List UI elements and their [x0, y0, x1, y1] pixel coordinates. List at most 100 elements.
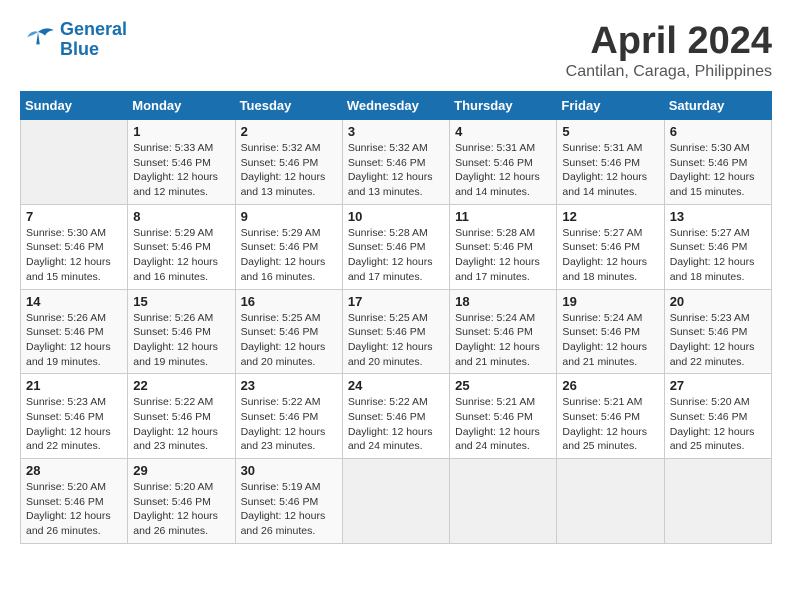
day-cell: 2 Sunrise: 5:32 AMSunset: 5:46 PMDaylight…	[235, 120, 342, 205]
col-header-friday: Friday	[557, 92, 664, 120]
day-detail: Sunrise: 5:30 AMSunset: 5:46 PMDaylight:…	[670, 141, 766, 200]
col-header-thursday: Thursday	[450, 92, 557, 120]
day-number: 6	[670, 124, 766, 139]
title-block: April 2024 Cantilan, Caraga, Philippines	[566, 20, 772, 81]
day-cell: 13Sunrise: 5:27 AMSunset: 5:46 PMDayligh…	[664, 204, 771, 289]
day-detail: Sunrise: 5:21 AMSunset: 5:46 PMDaylight:…	[455, 395, 551, 454]
day-number: 9	[241, 209, 337, 224]
day-number: 1	[133, 124, 229, 139]
day-cell: 17 Sunrise: 5:25 AMSunset: 5:46 PMDayligh…	[342, 289, 449, 374]
day-cell	[21, 120, 128, 205]
day-detail: Sunrise: 5:32 AMSunset: 5:46 PMDaylight:…	[348, 141, 444, 200]
day-detail: Sunrise: 5:29 AMSunset: 5:46 PMDaylight:…	[241, 226, 337, 285]
day-number: 14	[26, 294, 122, 309]
day-cell: 3 Sunrise: 5:32 AMSunset: 5:46 PMDaylight…	[342, 120, 449, 205]
day-number: 29	[133, 463, 229, 478]
day-cell: 28Sunrise: 5:20 AMSunset: 5:46 PMDayligh…	[21, 459, 128, 544]
day-cell	[664, 459, 771, 544]
day-detail: Sunrise: 5:31 AMSunset: 5:46 PMDaylight:…	[562, 141, 658, 200]
week-row-1: 1Sunrise: 5:33 AMSunset: 5:46 PMDaylight…	[21, 120, 772, 205]
day-number: 3	[348, 124, 444, 139]
day-cell: 8 Sunrise: 5:29 AMSunset: 5:46 PMDaylight…	[128, 204, 235, 289]
day-detail: Sunrise: 5:28 AMSunset: 5:46 PMDaylight:…	[455, 226, 551, 285]
day-detail: Sunrise: 5:25 AMSunset: 5:46 PMDaylight:…	[348, 311, 444, 370]
col-header-monday: Monday	[128, 92, 235, 120]
day-number: 2	[241, 124, 337, 139]
day-cell: 16 Sunrise: 5:25 AMSunset: 5:46 PMDayligh…	[235, 289, 342, 374]
day-cell	[557, 459, 664, 544]
day-cell	[342, 459, 449, 544]
day-detail: Sunrise: 5:23 AMSunset: 5:46 PMDaylight:…	[670, 311, 766, 370]
page-header: General Blue April 2024 Cantilan, Caraga…	[20, 20, 772, 81]
calendar-header-row: SundayMondayTuesdayWednesdayThursdayFrid…	[21, 92, 772, 120]
day-number: 24	[348, 378, 444, 393]
day-number: 20	[670, 294, 766, 309]
day-cell: 5Sunrise: 5:31 AMSunset: 5:46 PMDaylight…	[557, 120, 664, 205]
day-number: 11	[455, 209, 551, 224]
day-cell: 26 Sunrise: 5:21 AMSunset: 5:46 PMDayligh…	[557, 374, 664, 459]
day-cell: 21 Sunrise: 5:23 AMSunset: 5:46 PMDayligh…	[21, 374, 128, 459]
day-number: 30	[241, 463, 337, 478]
week-row-3: 14 Sunrise: 5:26 AMSunset: 5:46 PMDayligh…	[21, 289, 772, 374]
day-detail: Sunrise: 5:23 AMSunset: 5:46 PMDaylight:…	[26, 395, 122, 454]
week-row-5: 28 Sunrise: 5:20 AMSunset: 5:46 PMDayligh…	[21, 459, 772, 544]
day-detail: Sunrise: 5:20 AMSunset: 5:46 PMDaylight:…	[133, 480, 229, 539]
day-number: 19	[562, 294, 658, 309]
day-number: 10	[348, 209, 444, 224]
day-cell: 15Sunrise: 5:26 AMSunset: 5:46 PMDayligh…	[128, 289, 235, 374]
day-cell: 11 Sunrise: 5:28 AMSunset: 5:46 PMDayligh…	[450, 204, 557, 289]
day-number: 28	[26, 463, 122, 478]
day-number: 21	[26, 378, 122, 393]
logo-bird-icon	[20, 25, 56, 55]
day-cell: 24Sunrise: 5:22 AMSunset: 5:46 PMDayligh…	[342, 374, 449, 459]
day-detail: Sunrise: 5:32 AMSunset: 5:46 PMDaylight:…	[241, 141, 337, 200]
day-cell: 18 Sunrise: 5:24 AMSunset: 5:46 PMDayligh…	[450, 289, 557, 374]
day-detail: Sunrise: 5:29 AMSunset: 5:46 PMDaylight:…	[133, 226, 229, 285]
day-cell: 1Sunrise: 5:33 AMSunset: 5:46 PMDaylight…	[128, 120, 235, 205]
month-title: April 2024	[566, 20, 772, 63]
day-number: 25	[455, 378, 551, 393]
col-header-wednesday: Wednesday	[342, 92, 449, 120]
day-cell: 27Sunrise: 5:20 AMSunset: 5:46 PMDayligh…	[664, 374, 771, 459]
day-detail: Sunrise: 5:22 AMSunset: 5:46 PMDaylight:…	[241, 395, 337, 454]
day-detail: Sunrise: 5:28 AMSunset: 5:46 PMDaylight:…	[348, 226, 444, 285]
day-number: 16	[241, 294, 337, 309]
day-number: 15	[133, 294, 229, 309]
day-cell: 25 Sunrise: 5:21 AMSunset: 5:46 PMDayligh…	[450, 374, 557, 459]
day-number: 23	[241, 378, 337, 393]
day-cell: 19 Sunrise: 5:24 AMSunset: 5:46 PMDayligh…	[557, 289, 664, 374]
day-cell: 4 Sunrise: 5:31 AMSunset: 5:46 PMDaylight…	[450, 120, 557, 205]
day-detail: Sunrise: 5:31 AMSunset: 5:46 PMDaylight:…	[455, 141, 551, 200]
day-number: 26	[562, 378, 658, 393]
day-detail: Sunrise: 5:19 AMSunset: 5:46 PMDaylight:…	[241, 480, 337, 539]
day-detail: Sunrise: 5:26 AMSunset: 5:46 PMDaylight:…	[26, 311, 122, 370]
day-number: 4	[455, 124, 551, 139]
day-number: 18	[455, 294, 551, 309]
day-cell: 29 Sunrise: 5:20 AMSunset: 5:46 PMDayligh…	[128, 459, 235, 544]
day-number: 13	[670, 209, 766, 224]
day-number: 17	[348, 294, 444, 309]
day-detail: Sunrise: 5:30 AMSunset: 5:46 PMDaylight:…	[26, 226, 122, 285]
location: Cantilan, Caraga, Philippines	[566, 63, 772, 81]
day-detail: Sunrise: 5:25 AMSunset: 5:46 PMDaylight:…	[241, 311, 337, 370]
day-cell: 6 Sunrise: 5:30 AMSunset: 5:46 PMDaylight…	[664, 120, 771, 205]
day-number: 12	[562, 209, 658, 224]
logo-text: General Blue	[60, 20, 127, 60]
day-detail: Sunrise: 5:24 AMSunset: 5:46 PMDaylight:…	[455, 311, 551, 370]
day-cell: 12 Sunrise: 5:27 AMSunset: 5:46 PMDayligh…	[557, 204, 664, 289]
day-cell: 14 Sunrise: 5:26 AMSunset: 5:46 PMDayligh…	[21, 289, 128, 374]
day-detail: Sunrise: 5:21 AMSunset: 5:46 PMDaylight:…	[562, 395, 658, 454]
day-number: 27	[670, 378, 766, 393]
week-row-2: 7Sunrise: 5:30 AMSunset: 5:46 PMDaylight…	[21, 204, 772, 289]
day-cell: 7Sunrise: 5:30 AMSunset: 5:46 PMDaylight…	[21, 204, 128, 289]
day-cell: 23 Sunrise: 5:22 AMSunset: 5:46 PMDayligh…	[235, 374, 342, 459]
day-detail: Sunrise: 5:27 AMSunset: 5:46 PMDaylight:…	[562, 226, 658, 285]
col-header-saturday: Saturday	[664, 92, 771, 120]
day-cell: 10 Sunrise: 5:28 AMSunset: 5:46 PMDayligh…	[342, 204, 449, 289]
day-cell: 22Sunrise: 5:22 AMSunset: 5:46 PMDayligh…	[128, 374, 235, 459]
day-number: 8	[133, 209, 229, 224]
day-number: 22	[133, 378, 229, 393]
col-header-tuesday: Tuesday	[235, 92, 342, 120]
day-detail: Sunrise: 5:24 AMSunset: 5:46 PMDaylight:…	[562, 311, 658, 370]
day-cell: 20 Sunrise: 5:23 AMSunset: 5:46 PMDayligh…	[664, 289, 771, 374]
